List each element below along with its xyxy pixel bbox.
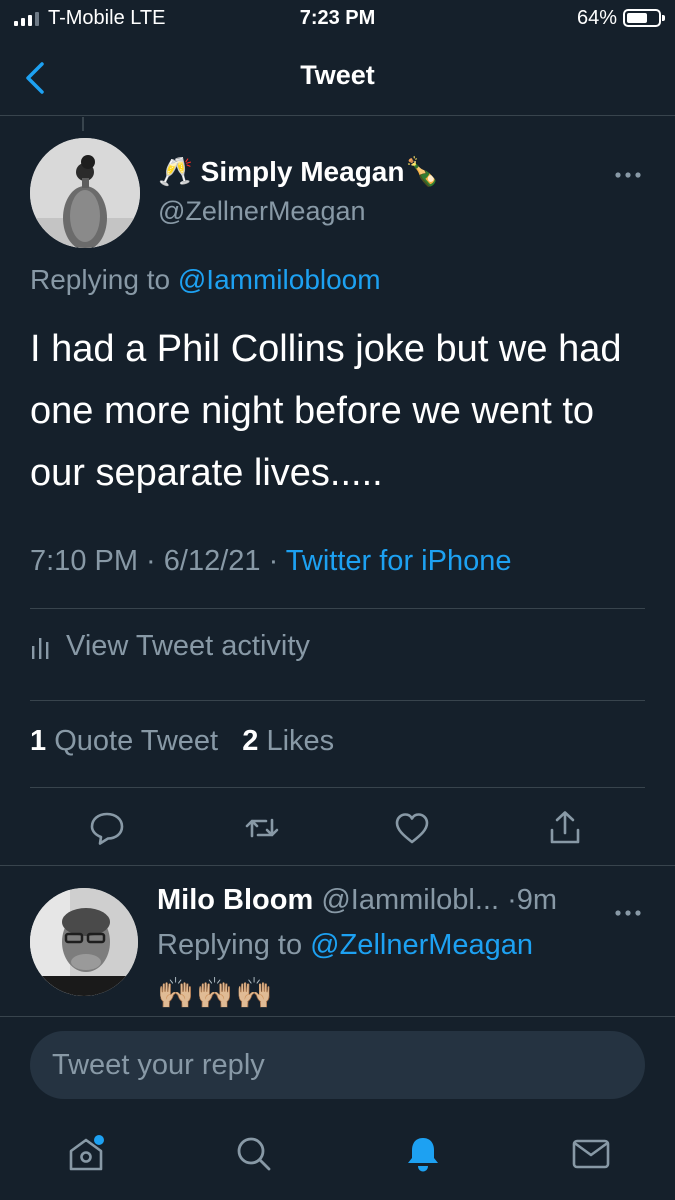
retweet-button[interactable] xyxy=(242,808,282,848)
tab-search[interactable] xyxy=(233,1133,273,1175)
reply-replying-to-handle-link[interactable]: @ZellnerMeagan xyxy=(310,929,533,961)
reply-button[interactable] xyxy=(87,808,127,848)
tweet-text: I had a Phil Collins joke but we had one… xyxy=(30,328,622,494)
reply-author-handle[interactable]: @Iammilobl... xyxy=(321,884,499,916)
replying-to-handle-link[interactable]: @Iammilobloom xyxy=(178,264,381,295)
battery-icon xyxy=(623,9,665,27)
reply-author-name[interactable]: Milo Bloom xyxy=(157,884,313,916)
tab-notifications[interactable] xyxy=(402,1133,442,1175)
author-avatar[interactable] xyxy=(30,138,140,248)
ellipsis-icon xyxy=(615,172,641,178)
reply-input[interactable] xyxy=(30,1031,645,1099)
status-time: 7:23 PM xyxy=(299,7,376,29)
notifications-icon xyxy=(408,1138,438,1172)
tweet-stats: 1 Quote Tweet 2 Likes xyxy=(30,725,334,758)
share-button[interactable] xyxy=(545,808,585,848)
tab-messages[interactable] xyxy=(570,1133,610,1175)
bar-chart-icon xyxy=(32,637,49,659)
reply-text: 🙌🏼🙌🏼🙌🏼 xyxy=(157,977,276,1010)
divider xyxy=(30,608,645,609)
divider xyxy=(30,787,645,788)
tweet-date: 6/12/21 xyxy=(163,545,261,577)
view-tweet-activity-button[interactable]: View Tweet activity xyxy=(30,630,310,663)
retweet-icon xyxy=(245,818,279,838)
like-button[interactable] xyxy=(392,808,432,848)
reply-icon xyxy=(90,812,124,845)
view-tweet-activity-label: View Tweet activity xyxy=(66,630,310,662)
messages-icon xyxy=(572,1139,610,1169)
reply-timestamp: ·9m xyxy=(507,884,558,916)
like-icon xyxy=(395,813,429,844)
author-handle[interactable]: @ZellnerMeagan xyxy=(158,196,366,227)
reply-author-avatar[interactable] xyxy=(30,888,138,996)
battery-percentage: 64% xyxy=(576,7,617,29)
tweet-source-link[interactable]: Twitter for iPhone xyxy=(286,545,512,577)
navigation-header: Tweet xyxy=(0,48,675,116)
tweet-metadata: 7:10 PM · 6/12/21 · Twitter for iPhone xyxy=(30,545,512,577)
avatar-photo xyxy=(30,888,138,996)
author-name[interactable]: 🥂 Simply Meagan🍾 xyxy=(158,155,439,188)
more-options-button[interactable] xyxy=(614,160,642,186)
replying-to-label: Replying to xyxy=(30,264,178,295)
quote-label: Quote Tweet xyxy=(54,725,219,757)
tab-home[interactable] xyxy=(65,1133,105,1175)
likes-label: Likes xyxy=(266,725,335,757)
share-icon xyxy=(550,811,580,844)
thread-connector xyxy=(82,117,84,131)
like-count: 2 xyxy=(242,725,259,757)
tweet-time: 7:10 PM xyxy=(30,545,138,577)
home-icon xyxy=(69,1135,104,1171)
reply-replying-to-label: Replying to xyxy=(157,929,311,961)
likes-stat[interactable]: 2 Likes xyxy=(242,725,334,757)
reply-replying-to-line: Replying to @ZellnerMeagan xyxy=(157,929,533,962)
search-icon xyxy=(237,1137,271,1171)
divider xyxy=(30,700,645,701)
reply-more-options-button[interactable] xyxy=(614,898,642,924)
page-title: Tweet xyxy=(300,60,375,90)
quote-tweets-stat[interactable]: 1 Quote Tweet xyxy=(30,725,218,757)
replying-to-line: Replying to @Iammilobloom xyxy=(30,264,381,296)
reply-header: Milo Bloom @Iammilobl... ·9m xyxy=(157,884,557,917)
ellipsis-icon xyxy=(615,910,641,916)
status-bar: T-Mobile LTE 7:23 PM 64% xyxy=(0,0,675,40)
divider xyxy=(0,865,675,866)
avatar-photo xyxy=(30,138,140,248)
quote-count: 1 xyxy=(30,725,47,757)
